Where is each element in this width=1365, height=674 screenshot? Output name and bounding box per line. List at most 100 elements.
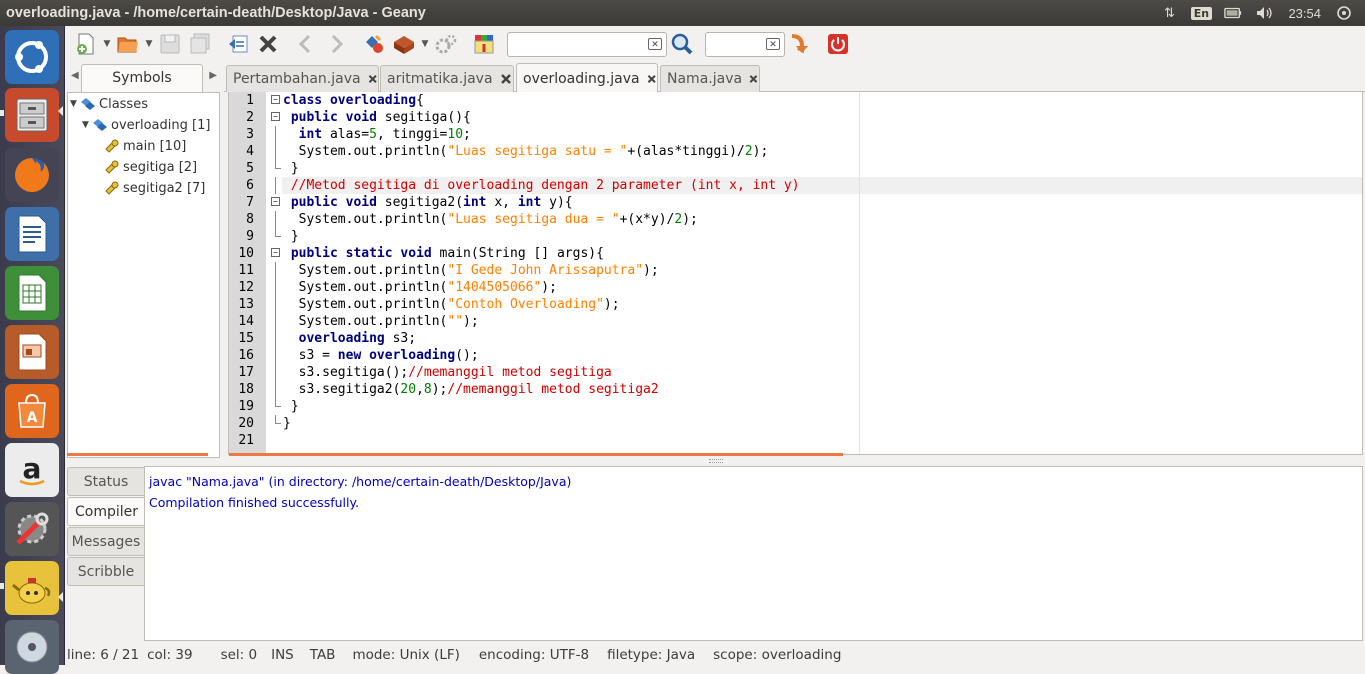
launcher-software-center[interactable]: A	[5, 384, 59, 438]
close-tab-icon[interactable]	[646, 72, 657, 86]
code-token: s3 =	[283, 348, 338, 363]
code-line[interactable]: 11 System.out.println("I Gede John Ariss…	[229, 262, 1362, 279]
tree-node-segitiga[interactable]: segitiga [2]	[104, 157, 197, 177]
code-line[interactable]: 5 }	[229, 160, 1362, 177]
fold-toggle-icon[interactable]: −	[271, 95, 280, 104]
build-dropdown[interactable]: ▼	[419, 39, 431, 49]
launcher-geany[interactable]	[5, 561, 59, 615]
code-line[interactable]: 13 System.out.println("Contoh Overloadin…	[229, 296, 1362, 313]
code-line[interactable]: 15 overloading s3;	[229, 330, 1362, 347]
volume-icon[interactable]	[1256, 5, 1274, 21]
revert-button[interactable]	[223, 29, 253, 59]
launcher-amazon[interactable]: a	[5, 443, 59, 497]
code-line[interactable]: 9 }	[229, 228, 1362, 245]
new-file-dropdown[interactable]: ▼	[101, 39, 113, 49]
tree-node-classes[interactable]: ▼ Classes	[70, 94, 148, 114]
status-eol-mode: mode: Unix (LF)	[352, 646, 460, 663]
navigate-forward-button[interactable]	[321, 29, 351, 59]
close-file-button[interactable]	[253, 29, 283, 59]
battery-icon[interactable]	[1224, 5, 1242, 21]
execute-button[interactable]	[431, 29, 461, 59]
close-tab-icon[interactable]	[748, 72, 759, 86]
launcher-impress[interactable]	[5, 325, 59, 379]
compiler-output[interactable]: javac "Nama.java" (in directory: /home/c…	[144, 466, 1363, 641]
new-file-button[interactable]	[71, 29, 101, 59]
compile-button[interactable]	[359, 29, 389, 59]
tab-nama-java[interactable]: Nama.java	[660, 65, 760, 92]
launcher-disks[interactable]	[5, 620, 59, 674]
find-button[interactable]	[667, 29, 697, 59]
build-button[interactable]	[389, 29, 419, 59]
compiler-line[interactable]: javac "Nama.java" (in directory: /home/c…	[149, 471, 1358, 492]
tab-scribble[interactable]: Scribble	[67, 557, 144, 586]
fold-toggle-icon[interactable]: −	[271, 112, 280, 121]
code-line[interactable]: 16 s3 = new overloading();	[229, 347, 1362, 364]
sidebar-scroll-left-icon[interactable]: ◀	[71, 70, 79, 81]
tab-status[interactable]: Status	[67, 467, 144, 496]
code-line[interactable]: 4 System.out.println("Luas segitiga satu…	[229, 143, 1362, 160]
code-editor[interactable]: 1− class overloading{2− public void segit…	[228, 92, 1363, 455]
code-line[interactable]: 6 //Metod segitiga di overloading dengan…	[229, 177, 1362, 194]
search-input[interactable]: ✕	[507, 31, 667, 57]
save-icon	[160, 34, 180, 54]
launcher-files[interactable]	[5, 88, 59, 142]
color-chooser-button[interactable]	[469, 29, 499, 59]
document-tabs: Pertambahan.java aritmatika.java overloa…	[224, 62, 1365, 93]
tab-symbols[interactable]: Symbols	[81, 64, 203, 92]
code-line[interactable]: 14 System.out.println("");	[229, 313, 1362, 330]
tab-messages[interactable]: Messages	[67, 527, 144, 556]
launcher-calc[interactable]	[5, 266, 59, 320]
code-line[interactable]: 7− public void segitiga2(int x, int y){	[229, 194, 1362, 211]
status-scope: scope: overloading	[713, 646, 842, 663]
code-line[interactable]: 10 − public static void main(String [] ar…	[229, 245, 1362, 262]
launcher-firefox[interactable]	[5, 148, 59, 202]
tab-compiler[interactable]: Compiler	[67, 497, 145, 526]
keyboard-language-indicator[interactable]: En	[1190, 5, 1213, 21]
power-settings-icon[interactable]	[1335, 5, 1353, 21]
goto-line-button[interactable]	[785, 29, 815, 59]
close-tab-icon[interactable]	[499, 72, 513, 86]
tab-pertambahan-java[interactable]: Pertambahan.java	[226, 65, 379, 92]
code-line[interactable]: 18 s3.segitiga2(20,8);//memanggil metod …	[229, 381, 1362, 398]
close-tab-icon[interactable]	[367, 72, 378, 86]
sidebar-scroll-right-icon[interactable]: ▶	[209, 70, 217, 81]
tab-overloading-java[interactable]: overloading.java	[516, 63, 658, 93]
save-button[interactable]	[155, 29, 185, 59]
goto-line-input[interactable]: ✕	[705, 31, 785, 57]
navigate-back-button[interactable]	[291, 29, 321, 59]
code-line[interactable]: 21	[229, 432, 1362, 449]
open-file-dropdown[interactable]: ▼	[143, 39, 155, 49]
tree-node-segitiga2[interactable]: segitiga2 [7]	[104, 178, 205, 198]
code-line[interactable]: 3 int alas=5, tinggi=10;	[229, 126, 1362, 143]
pane-resize-handle[interactable]	[709, 459, 723, 463]
clock[interactable]: 23:54	[1288, 6, 1321, 21]
launcher-system-settings[interactable]	[5, 502, 59, 556]
compiler-line[interactable]: Compilation finished successfully.	[149, 492, 1358, 513]
expander-icon[interactable]: ▼	[82, 120, 92, 130]
code-line[interactable]: 2 − public void segitiga(){	[229, 109, 1362, 126]
quit-button[interactable]	[823, 29, 853, 59]
tab-aritmatika-java[interactable]: aritmatika.java	[380, 65, 514, 92]
dash-home-button[interactable]	[5, 30, 59, 84]
network-transfer-icon[interactable]: ⇅	[1160, 5, 1178, 21]
code-line[interactable]: 20}	[229, 415, 1362, 432]
fold-toggle-icon[interactable]: −	[271, 197, 280, 206]
open-file-button[interactable]	[113, 29, 143, 59]
clear-goto-icon[interactable]: ✕	[766, 37, 780, 50]
fold-toggle-icon[interactable]: −	[271, 248, 280, 257]
code-line[interactable]: 1 − class overloading{	[229, 92, 1362, 109]
svg-text:A: A	[27, 410, 38, 426]
launcher-writer[interactable]	[5, 207, 59, 261]
tree-node-overloading[interactable]: ▼ overloading [1]	[82, 115, 210, 135]
save-all-button[interactable]	[185, 29, 215, 59]
clear-search-icon[interactable]: ✕	[648, 37, 662, 50]
code-line[interactable]: 19 }	[229, 398, 1362, 415]
expander-icon[interactable]: ▼	[70, 99, 80, 109]
code-token: overloading	[298, 331, 385, 346]
tree-node-main[interactable]: main [10]	[104, 136, 186, 156]
code-line[interactable]: 8 System.out.println("Luas segitiga dua …	[229, 211, 1362, 228]
status-indent-type: TAB	[309, 646, 336, 663]
code-line[interactable]: 12 System.out.println("1404505066");	[229, 279, 1362, 296]
code-line[interactable]: 17 s3.segitiga();//memanggil metod segit…	[229, 364, 1362, 381]
running-indicator	[0, 110, 4, 116]
